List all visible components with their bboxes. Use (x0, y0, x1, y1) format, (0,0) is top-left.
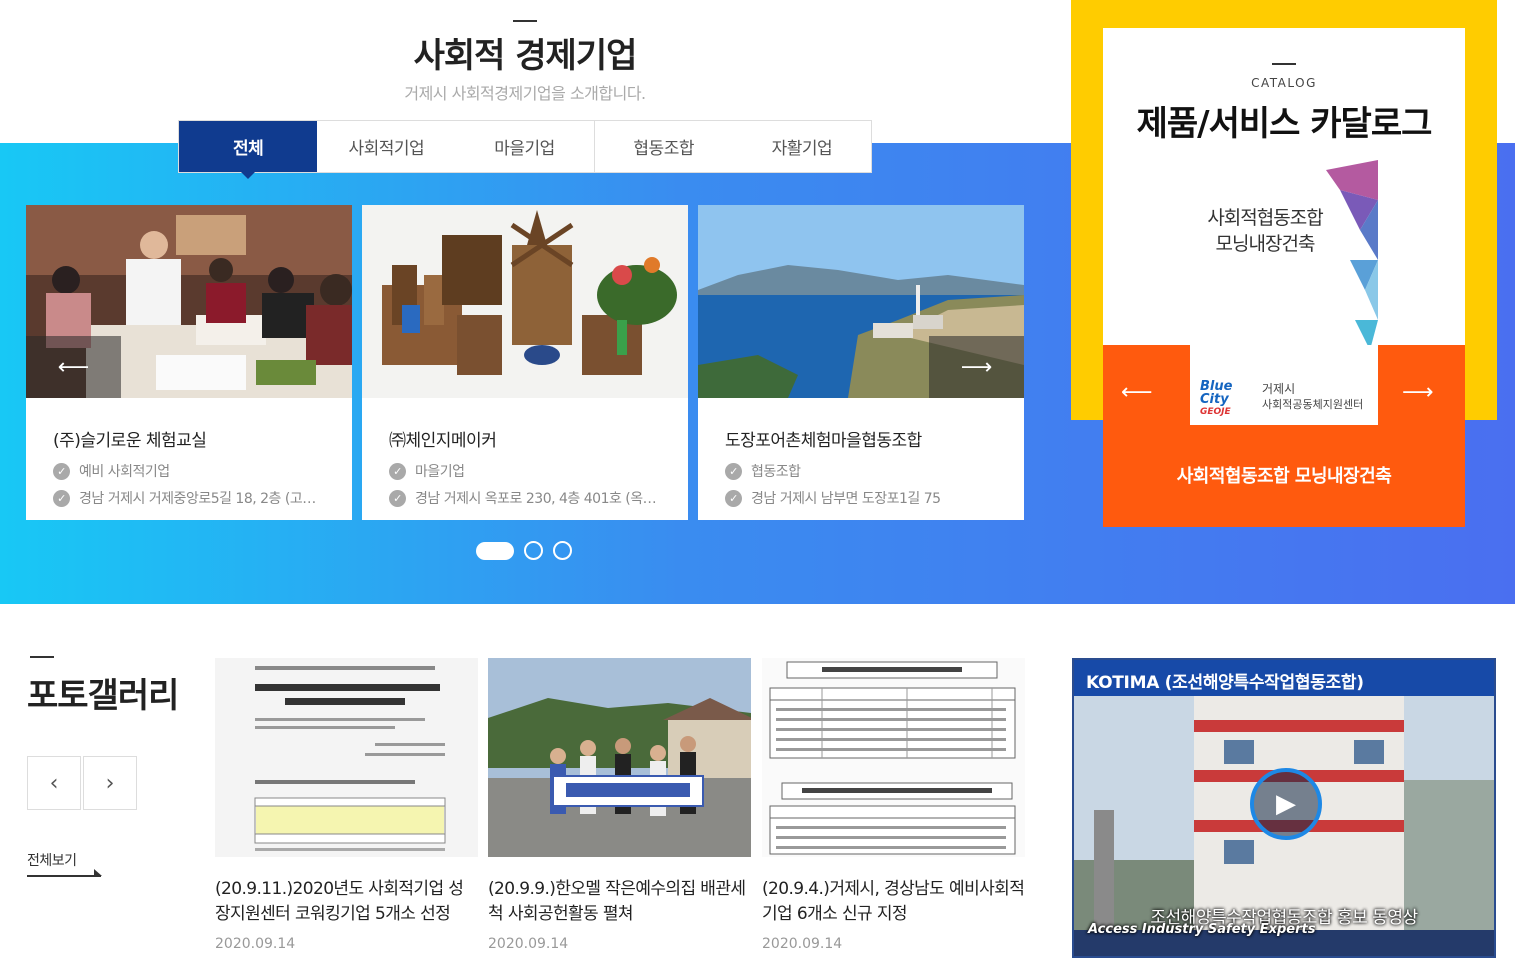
gallery-next-button[interactable]: › (83, 756, 137, 810)
slider-dot-2[interactable] (524, 541, 543, 560)
section-marker (513, 20, 537, 22)
gallery-item[interactable]: (20.9.9.)한오멜 작은예수의집 배관세척 사회공헌활동 펼쳐 2020.… (488, 658, 751, 952)
slider-next-button[interactable]: ⟶ (929, 336, 1024, 398)
gallery-date: 2020.09.14 (215, 936, 296, 952)
catalog-prev-button[interactable]: ⟵ (1121, 380, 1153, 405)
section-subtitle: 거제시 사회적경제기업을 소개합니다. (404, 84, 646, 103)
check-icon: ✓ (725, 489, 742, 507)
enterprise-card[interactable]: ㈜체인지메이커 ✓ 마을기업 ✓ 경남 거제시 옥포로 230, 4층 401호 (… (362, 205, 688, 520)
catalog-publisher: 거제시 사회적공동체지원센터 (1262, 382, 1364, 411)
enterprise-name: ㈜체인지메이커 (389, 431, 497, 451)
check-icon: ✓ (389, 489, 406, 507)
catalog-marker (1272, 63, 1296, 65)
arrow-right-icon (94, 869, 102, 876)
enterprise-card[interactable]: ⟶ 도장포어촌체험마을협동조합 ✓ 협동조합 ✓ 경남 거제시 남부면 도장포1길 … (698, 205, 1024, 520)
tab-village-enterprise[interactable]: 마을기업 (455, 121, 593, 172)
gallery-marker (30, 656, 54, 658)
enterprise-address: ✓ 경남 거제시 거제중앙로5길 18, 2층 (고… (53, 488, 333, 508)
video-caption-english: Access Industry Safety Experts (1088, 922, 1316, 937)
chevron-right-icon: › (105, 770, 115, 796)
check-icon: ✓ (725, 462, 742, 480)
enterprise-photo: ⟶ (698, 205, 1024, 398)
slider-prev-button[interactable]: ⟵ (26, 336, 121, 398)
enterprise-type: ✓ 예비 사회적기업 (53, 461, 333, 481)
gallery-date: 2020.09.14 (762, 936, 843, 952)
chevron-left-icon: ‹ (49, 770, 59, 796)
gallery-item[interactable]: (20.9.4.)거제시, 경상남도 예비사회적기업 6개소 신규 지정 202… (762, 658, 1025, 952)
catalog-title: 제품/서비스 카달로그 (1136, 104, 1433, 144)
enterprise-photo (362, 205, 688, 398)
tab-cooperative[interactable]: 협동조합 (593, 121, 733, 172)
slider-dot-3[interactable] (553, 541, 572, 560)
blue-city-geoje-logo: Blue City GEOJE (1200, 379, 1233, 417)
gallery-title: 포토갤러리 (27, 676, 179, 716)
gallery-thumbnail (762, 658, 1025, 857)
gallery-caption: (20.9.11.)2020년도 사회적기업 성장지원센터 코워킹기업 5개소 … (215, 879, 464, 924)
check-icon: ✓ (53, 489, 70, 507)
category-tabs: 전체 사회적기업 마을기업 협동조합 자활기업 (178, 120, 872, 179)
enterprise-card[interactable]: ⟵ (주)슬기로운 체험교실 ✓ 예비 사회적기업 ✓ 경남 거제시 거제중앙로5길… (26, 205, 352, 520)
gallery-view-all-link[interactable]: 전체보기 (27, 850, 77, 870)
gallery-prev-button[interactable]: ‹ (27, 756, 81, 810)
check-icon: ✓ (53, 462, 70, 480)
enterprise-type: ✓ 마을기업 (389, 461, 669, 481)
catalog-caption[interactable]: 사회적협동조합 모닝내장건축 (1103, 462, 1465, 488)
gallery-caption: (20.9.4.)거제시, 경상남도 예비사회적기업 6개소 신규 지정 (762, 879, 1025, 924)
catalog-next-button[interactable]: ⟶ (1402, 380, 1434, 405)
slider-dot-1[interactable] (476, 541, 514, 560)
enterprise-name: (주)슬기로운 체험교실 (53, 431, 207, 451)
tab-social-enterprise[interactable]: 사회적기업 (317, 121, 455, 172)
enterprise-type: ✓ 협동조합 (725, 461, 1005, 481)
enterprise-photo: ⟵ (26, 205, 352, 398)
video-header: KOTIMA (조선해양특수작업협동조합) (1074, 660, 1494, 696)
promo-video[interactable]: KOTIMA (조선해양특수작업협동조합) ▶ 조선해양특수작업협동조합 홍보 … (1072, 658, 1496, 958)
view-all-underline (27, 875, 101, 877)
enterprise-address: ✓ 경남 거제시 남부면 도장포1길 75 (725, 488, 1005, 508)
gallery-caption: (20.9.9.)한오멜 작은예수의집 배관세척 사회공헌활동 펼쳐 (488, 879, 746, 924)
catalog-book-title: 사회적협동조합 모닝내장건축 (1207, 207, 1323, 255)
play-icon[interactable]: ▶ (1250, 768, 1322, 840)
tab-self-support-enterprise[interactable]: 자활기업 (733, 121, 871, 172)
gallery-thumbnail (215, 658, 478, 857)
enterprise-address: ✓ 경남 거제시 옥포로 230, 4층 401호 (옥… (389, 488, 669, 508)
slider-pagination (476, 541, 572, 560)
catalog-label: CATALOG (1251, 76, 1317, 90)
tab-all[interactable]: 전체 (179, 121, 318, 179)
gallery-date: 2020.09.14 (488, 936, 569, 952)
enterprise-name: 도장포어촌체험마을협동조합 (725, 431, 922, 451)
section-title: 사회적 경제기업 (413, 36, 638, 76)
gallery-item[interactable]: (20.9.11.)2020년도 사회적기업 성장지원센터 코워킹기업 5개소 … (215, 658, 478, 952)
check-icon: ✓ (389, 462, 406, 480)
gallery-thumbnail (488, 658, 751, 857)
